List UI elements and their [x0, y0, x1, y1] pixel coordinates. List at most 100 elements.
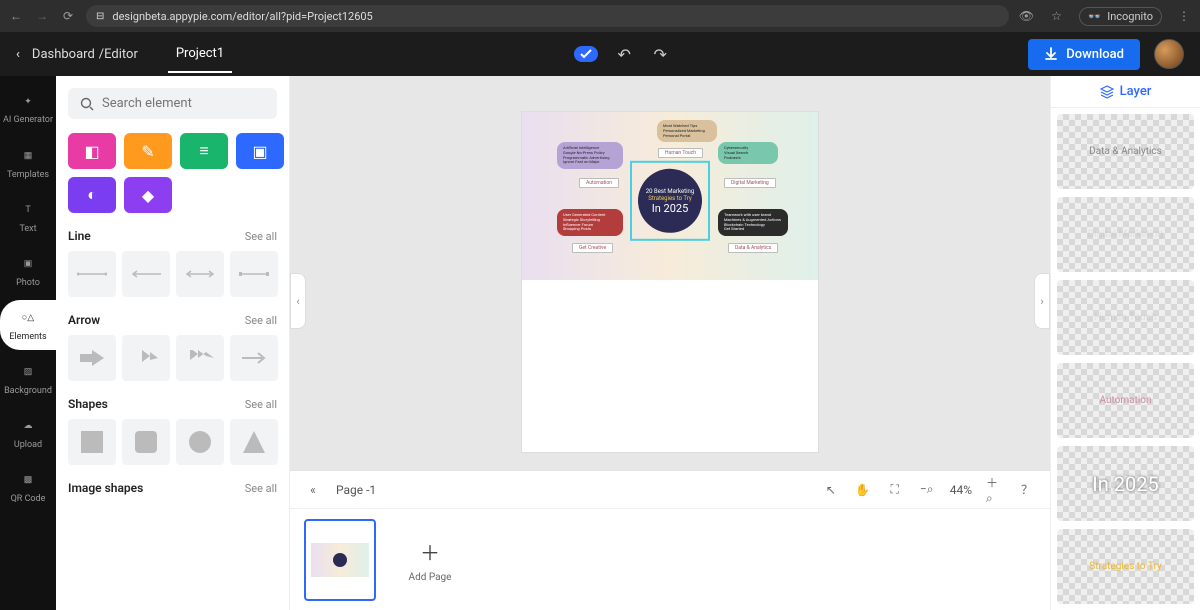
back-icon[interactable]: ← — [8, 8, 24, 24]
rail-text[interactable]: T Text — [0, 192, 56, 242]
canvas-viewport[interactable]: ‹ › Most Watched TipsPersonalized Market… — [290, 76, 1050, 470]
forward-icon[interactable]: → — [34, 8, 50, 24]
rail-templates[interactable]: ▦ Templates — [0, 138, 56, 188]
fullscreen-icon[interactable]: ⛶ — [886, 481, 904, 499]
download-icon — [1044, 47, 1058, 61]
tag-get-creative[interactable]: Get Creative — [572, 243, 613, 253]
shape-element[interactable] — [230, 419, 278, 465]
section-title-shapes: Shapes — [68, 397, 108, 411]
rail-elements[interactable]: ○△ Elements — [0, 300, 56, 350]
tag-digital-marketing[interactable]: Digital Marketing — [724, 178, 776, 188]
photo-icon: ▣ — [18, 254, 38, 274]
ai-icon: ✦ — [18, 92, 38, 112]
line-element[interactable] — [68, 251, 116, 297]
layer-item[interactable]: In 2025 — [1057, 446, 1194, 521]
reload-icon[interactable]: ⟳ — [60, 8, 76, 24]
search-box[interactable] — [68, 88, 277, 119]
category-chip[interactable]: ▣ — [236, 133, 284, 169]
paint-stroke[interactable]: Most Watched TipsPersonalized MarketingP… — [657, 120, 717, 142]
crumb-editor[interactable]: /Editor — [99, 47, 138, 62]
line-element[interactable] — [122, 251, 170, 297]
tag-data-analytics[interactable]: Data & Analytics — [728, 243, 778, 253]
sync-status-icon[interactable] — [574, 46, 598, 62]
pointer-tool-icon[interactable]: ↖ — [822, 481, 840, 499]
background-icon: ▨ — [18, 362, 38, 382]
qrcode-icon: ▩ — [18, 470, 38, 490]
arrow-element[interactable] — [122, 335, 170, 381]
rail-photo[interactable]: ▣ Photo — [0, 246, 56, 296]
more-icon[interactable]: ⋮ — [1176, 8, 1192, 24]
arrow-element[interactable] — [176, 335, 224, 381]
rail-background[interactable]: ▨ Background — [0, 354, 56, 404]
category-chip[interactable]: ◐ — [68, 177, 116, 213]
eye-off-icon[interactable]: 👁 — [1019, 8, 1035, 24]
see-all-shapes[interactable]: See all — [245, 398, 277, 411]
paint-stroke[interactable]: Artificial IntelligenceGoogle No-Press P… — [557, 142, 623, 169]
line-element[interactable] — [176, 251, 224, 297]
layer-item[interactable]: Strategies to Try — [1057, 529, 1194, 604]
undo-icon[interactable]: ↶ — [614, 44, 634, 64]
shape-element[interactable] — [122, 419, 170, 465]
see-all-image-shapes[interactable]: See all — [245, 482, 277, 495]
avatar[interactable] — [1154, 39, 1184, 69]
zoom-out-icon[interactable]: −⌕ — [918, 481, 936, 499]
chevron-left-icon[interactable]: ‹ — [16, 47, 20, 62]
rail-ai-generator[interactable]: ✦ AI Generator — [0, 84, 56, 134]
redo-icon[interactable]: ↷ — [650, 44, 670, 64]
rail-upload[interactable]: ☁ Upload — [0, 408, 56, 458]
layer-title: Layer — [1120, 84, 1152, 99]
hand-tool-icon[interactable]: ✋ — [854, 481, 872, 499]
category-chip[interactable]: ◧ — [68, 133, 116, 169]
see-all-line[interactable]: See all — [245, 230, 277, 243]
rail-label: Upload — [14, 440, 42, 450]
help-icon[interactable]: ？ — [1018, 481, 1036, 499]
section-title-arrow: Arrow — [68, 313, 100, 327]
paint-stroke[interactable]: CybersecurityVisual SearchPodcasts — [718, 142, 778, 164]
incognito-chip: 👓 Incognito — [1079, 7, 1163, 26]
paint-stroke[interactable]: Teamwork with user brandMachines & Augme… — [718, 209, 788, 236]
rail-qrcode[interactable]: ▩ QR Code — [0, 462, 56, 512]
arrow-element[interactable] — [68, 335, 116, 381]
layer-item[interactable]: Human Touch — [1057, 280, 1194, 355]
page-label: Page -1 — [336, 483, 376, 497]
collapse-right-handle[interactable]: › — [1034, 273, 1050, 329]
collapse-left-handle[interactable]: ‹ — [290, 273, 306, 329]
canvas-bottom-bar: « Page -1 ↖ ✋ ⛶ −⌕ 44% ＋⌕ ？ — [290, 470, 1050, 508]
artboard[interactable]: Most Watched TipsPersonalized MarketingP… — [522, 112, 818, 452]
see-all-arrow[interactable]: See all — [245, 314, 277, 327]
layer-item[interactable]: Automation — [1057, 363, 1194, 438]
tag-human-touch[interactable]: Human Touch — [658, 148, 703, 158]
layer-item[interactable]: Data & Analytics — [1057, 114, 1194, 189]
incognito-label: Incognito — [1107, 10, 1153, 23]
site-info-icon[interactable]: ⊟ — [96, 11, 104, 22]
category-chip[interactable]: ✎ — [124, 133, 172, 169]
elements-icon: ○△ — [18, 308, 38, 328]
mindmap-graphic: Most Watched TipsPersonalized MarketingP… — [522, 112, 818, 280]
tag-automation[interactable]: Automation — [579, 178, 619, 188]
zoom-level: 44% — [950, 483, 972, 497]
page-thumb-1[interactable] — [304, 519, 376, 601]
paint-stroke[interactable]: User Generated ContentStrategic Storytel… — [557, 209, 623, 236]
search-icon — [80, 97, 94, 111]
upload-icon: ☁ — [18, 416, 38, 436]
rail-label: AI Generator — [3, 116, 53, 126]
category-chip[interactable]: ≡ — [180, 133, 228, 169]
crumb-dashboard[interactable]: Dashboard — [32, 47, 95, 62]
arrow-element[interactable] — [230, 335, 278, 381]
layer-item[interactable]: Digital Marketing — [1057, 197, 1194, 272]
incognito-icon: 👓 — [1088, 10, 1102, 23]
selected-element[interactable]: 20 Best Marketing Strategies to Try In 2… — [630, 161, 710, 241]
line-element[interactable] — [230, 251, 278, 297]
zoom-in-icon[interactable]: ＋⌕ — [986, 481, 1004, 499]
url-bar[interactable]: ⊟ designbeta.appypie.com/editor/all?pid=… — [86, 5, 1009, 27]
category-chip[interactable]: ◆ — [124, 177, 172, 213]
tab-project[interactable]: Project1 — [168, 36, 232, 73]
shape-element[interactable] — [68, 419, 116, 465]
search-input[interactable] — [102, 96, 265, 111]
pages-toggle-icon[interactable]: « — [304, 481, 322, 499]
add-page-button[interactable]: ＋ Add Page — [394, 519, 466, 601]
shape-element[interactable] — [176, 419, 224, 465]
star-icon[interactable]: ☆ — [1049, 8, 1065, 24]
download-button[interactable]: Download — [1028, 39, 1140, 70]
layer-panel-header[interactable]: Layer — [1051, 76, 1200, 108]
